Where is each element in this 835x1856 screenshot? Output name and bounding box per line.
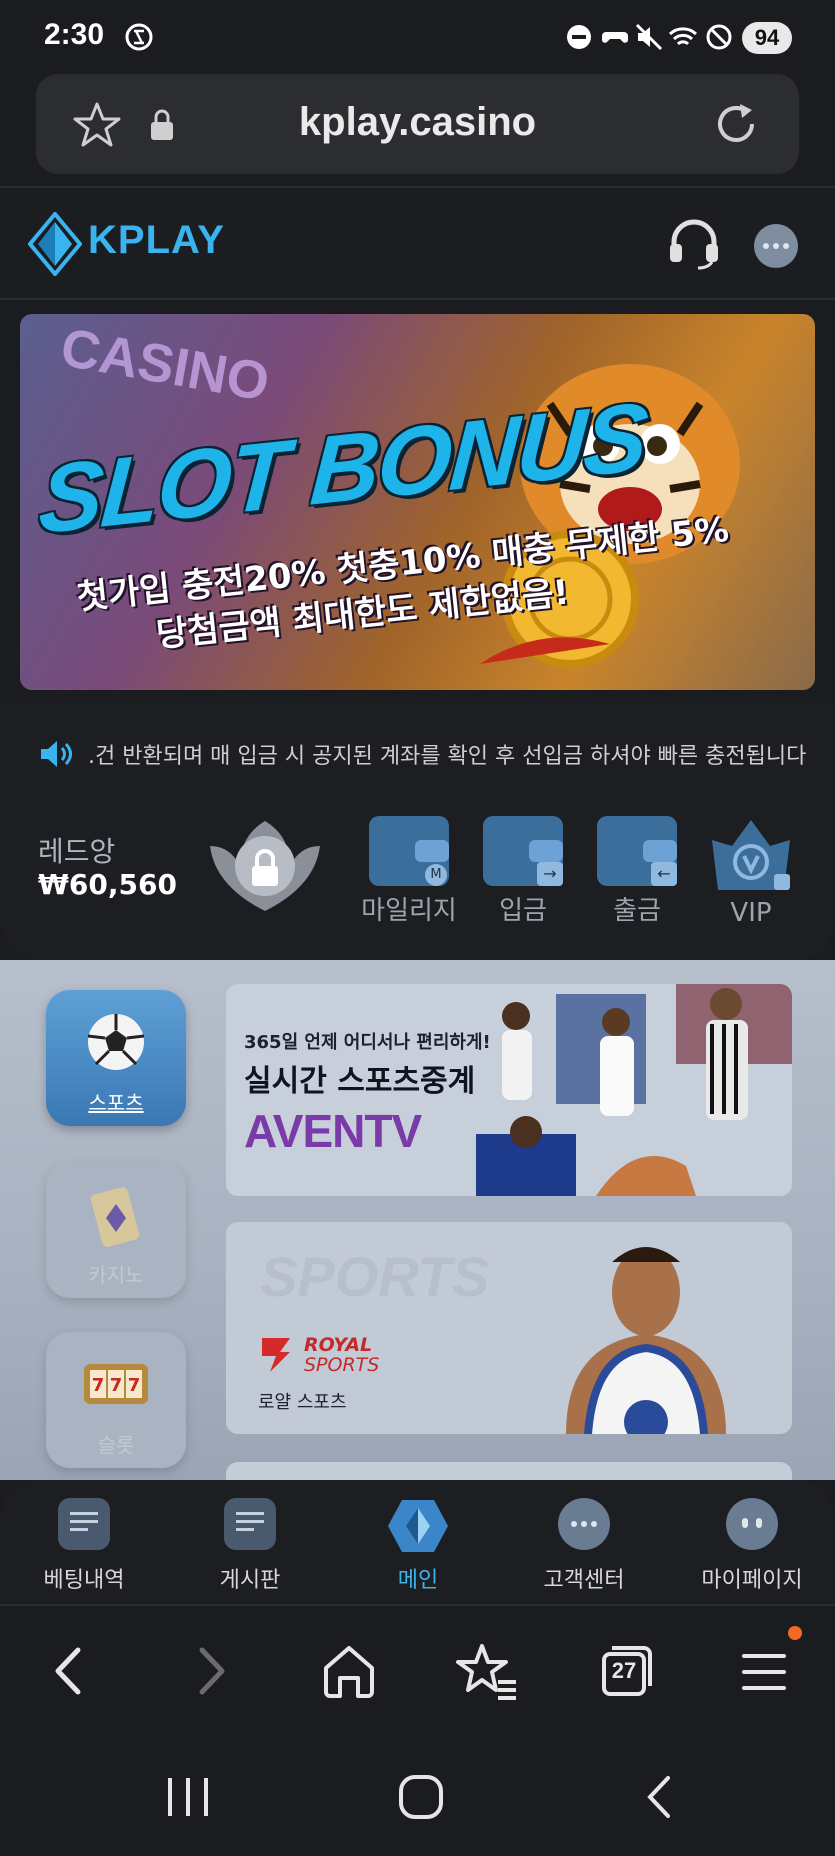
mileage-label: 마일리지 <box>361 896 457 926</box>
nav-my-page-label: 마이페이지 <box>701 1568 803 1593</box>
betting-history-icon <box>58 1498 110 1550</box>
battery-level: 94 <box>742 22 792 54</box>
nav-customer-center-label: 고객센터 <box>543 1568 625 1593</box>
notification-dot <box>788 1626 802 1640</box>
svg-text:7: 7 <box>92 1375 105 1396</box>
vip-button[interactable]: VIP <box>696 816 806 928</box>
nav-main-label: 메인 <box>397 1568 439 1593</box>
playing-card-icon <box>90 1187 140 1247</box>
system-nav-bar <box>0 1736 835 1856</box>
nav-betting-history-label: 베팅내역 <box>43 1568 125 1593</box>
banner-casino-text: CASINO <box>56 317 274 413</box>
headset-icon[interactable] <box>666 218 722 270</box>
side-menu-sports[interactable]: 스포츠 <box>46 990 186 1126</box>
balance-amount: ₩60,560 <box>38 868 177 901</box>
status-bar: 2:30 94 <box>0 0 835 72</box>
soccer-ball-icon <box>87 1014 145 1070</box>
wifi-icon <box>668 27 698 46</box>
side-menu-casino-label: 카지노 <box>88 1263 144 1287</box>
mileage-wallet-icon: M <box>369 816 449 886</box>
block-icon <box>706 24 732 50</box>
nav-main[interactable]: 메인 <box>338 1498 498 1594</box>
withdraw-wallet-icon: ← <box>597 816 677 886</box>
svg-text:7: 7 <box>110 1375 123 1396</box>
menu-button[interactable] <box>730 1626 802 1706</box>
deposit-label: 입금 <box>499 896 547 926</box>
nav-betting-history[interactable]: 베팅내역 <box>4 1498 164 1594</box>
notice-ticker[interactable]: .건 반환되며 매 입금 시 공지된 계좌를 확인 후 선입금 하셔야 빠른 충… <box>88 738 806 770</box>
do-not-disturb-icon <box>567 25 591 49</box>
promo-banner[interactable]: CASINO SLOT BONUS 첫가입 충전20% 첫충10% 매충 무제한… <box>20 314 815 690</box>
tabs-count: 27 <box>611 1658 637 1683</box>
sync-icon <box>125 23 153 51</box>
side-menu-casino[interactable]: 카지노 <box>46 1162 186 1298</box>
chat-icon[interactable] <box>752 222 800 270</box>
back-icon[interactable] <box>34 1636 104 1706</box>
royal-sports-brand-line-2: SPORTS <box>304 1354 380 1376</box>
mileage-button[interactable]: M 마일리지 <box>354 816 464 927</box>
side-menu-slot[interactable]: 7 7 7 슬롯 <box>46 1332 186 1468</box>
customer-center-icon <box>558 1498 610 1550</box>
football-players-image <box>476 984 792 1196</box>
withdraw-button[interactable]: ← 출금 <box>582 816 692 927</box>
system-back-icon[interactable] <box>636 1772 686 1822</box>
aventv-title: 실시간 스포츠중계 <box>244 1064 476 1099</box>
aventv-banner-card[interactable]: 365일 언제 어디서나 편리하게! 실시간 스포츠중계 AVENTV <box>226 984 792 1196</box>
user-panel: .건 반환되며 매 입금 시 공지된 계좌를 확인 후 선입금 하셔야 빠른 충… <box>0 704 835 960</box>
slot-machine-icon: 7 7 7 <box>84 1364 148 1404</box>
withdraw-label: 출금 <box>613 896 661 926</box>
system-home-icon[interactable] <box>396 1772 446 1822</box>
clock: 2:30 <box>44 18 105 51</box>
menu-icon <box>742 1654 786 1690</box>
side-menu-slot-label: 슬롯 <box>97 1433 135 1457</box>
royal-sports-logo-icon <box>262 1338 290 1372</box>
aventv-logo: AVENTV <box>244 1105 422 1157</box>
speaker-icon <box>41 741 72 767</box>
nav-board[interactable]: 게시판 <box>170 1498 330 1594</box>
nav-board-label: 게시판 <box>219 1568 281 1593</box>
address-bar[interactable]: kplay.casino <box>36 74 799 174</box>
mute-icon <box>635 23 663 51</box>
site-bottom-nav: 베팅내역 게시판 메인 고객센터 마이페이지 <box>0 1480 835 1606</box>
nav-customer-center[interactable]: 고객센터 <box>504 1498 664 1594</box>
side-menu-sports-label: 스포츠 <box>88 1091 144 1115</box>
forward-icon[interactable] <box>176 1636 246 1706</box>
my-page-icon <box>726 1498 778 1550</box>
vip-crown-icon <box>712 820 790 890</box>
site-header: KPLAY <box>0 186 835 300</box>
home-logo-icon <box>388 1500 448 1552</box>
main-content: 스포츠 카지노 7 7 7 슬롯 365일 언제 어디서나 편리하게! 실시간 … <box>0 960 835 1502</box>
bookmarks-icon[interactable] <box>452 1636 522 1706</box>
reload-icon[interactable] <box>710 98 762 150</box>
browser-toolbar: 27 <box>0 1606 835 1736</box>
recent-apps-icon[interactable] <box>160 1772 216 1822</box>
royal-sports-caption: 로얄 스포츠 <box>258 1392 347 1413</box>
locked-level-badge-icon[interactable] <box>200 816 330 916</box>
basketball-player-image <box>566 1247 726 1434</box>
royal-sports-brand-line-1: ROYAL <box>304 1334 373 1356</box>
vip-label: VIP <box>730 898 772 928</box>
username: 레드앙 <box>38 835 116 868</box>
royal-sports-banner-card[interactable]: SPORTS ROYAL SPORTS 로얄 스포츠 <box>226 1222 792 1434</box>
home-icon[interactable] <box>314 1636 384 1706</box>
logo-text[interactable]: KPLAY <box>88 218 225 263</box>
board-icon <box>224 1498 276 1550</box>
aventv-subtitle: 365일 언제 어디서나 편리하게! <box>244 1032 491 1053</box>
nav-my-page[interactable]: 마이페이지 <box>672 1498 832 1594</box>
royal-sports-bg-text: SPORTS <box>260 1245 490 1308</box>
deposit-wallet-icon: → <box>483 816 563 886</box>
game-controller-icon <box>602 32 628 43</box>
kplay-logo-icon[interactable] <box>28 212 82 276</box>
url-text[interactable]: kplay.casino <box>36 100 799 145</box>
tabs-button[interactable]: 27 <box>590 1636 660 1706</box>
svg-text:7: 7 <box>128 1375 141 1396</box>
deposit-button[interactable]: → 입금 <box>468 816 578 927</box>
